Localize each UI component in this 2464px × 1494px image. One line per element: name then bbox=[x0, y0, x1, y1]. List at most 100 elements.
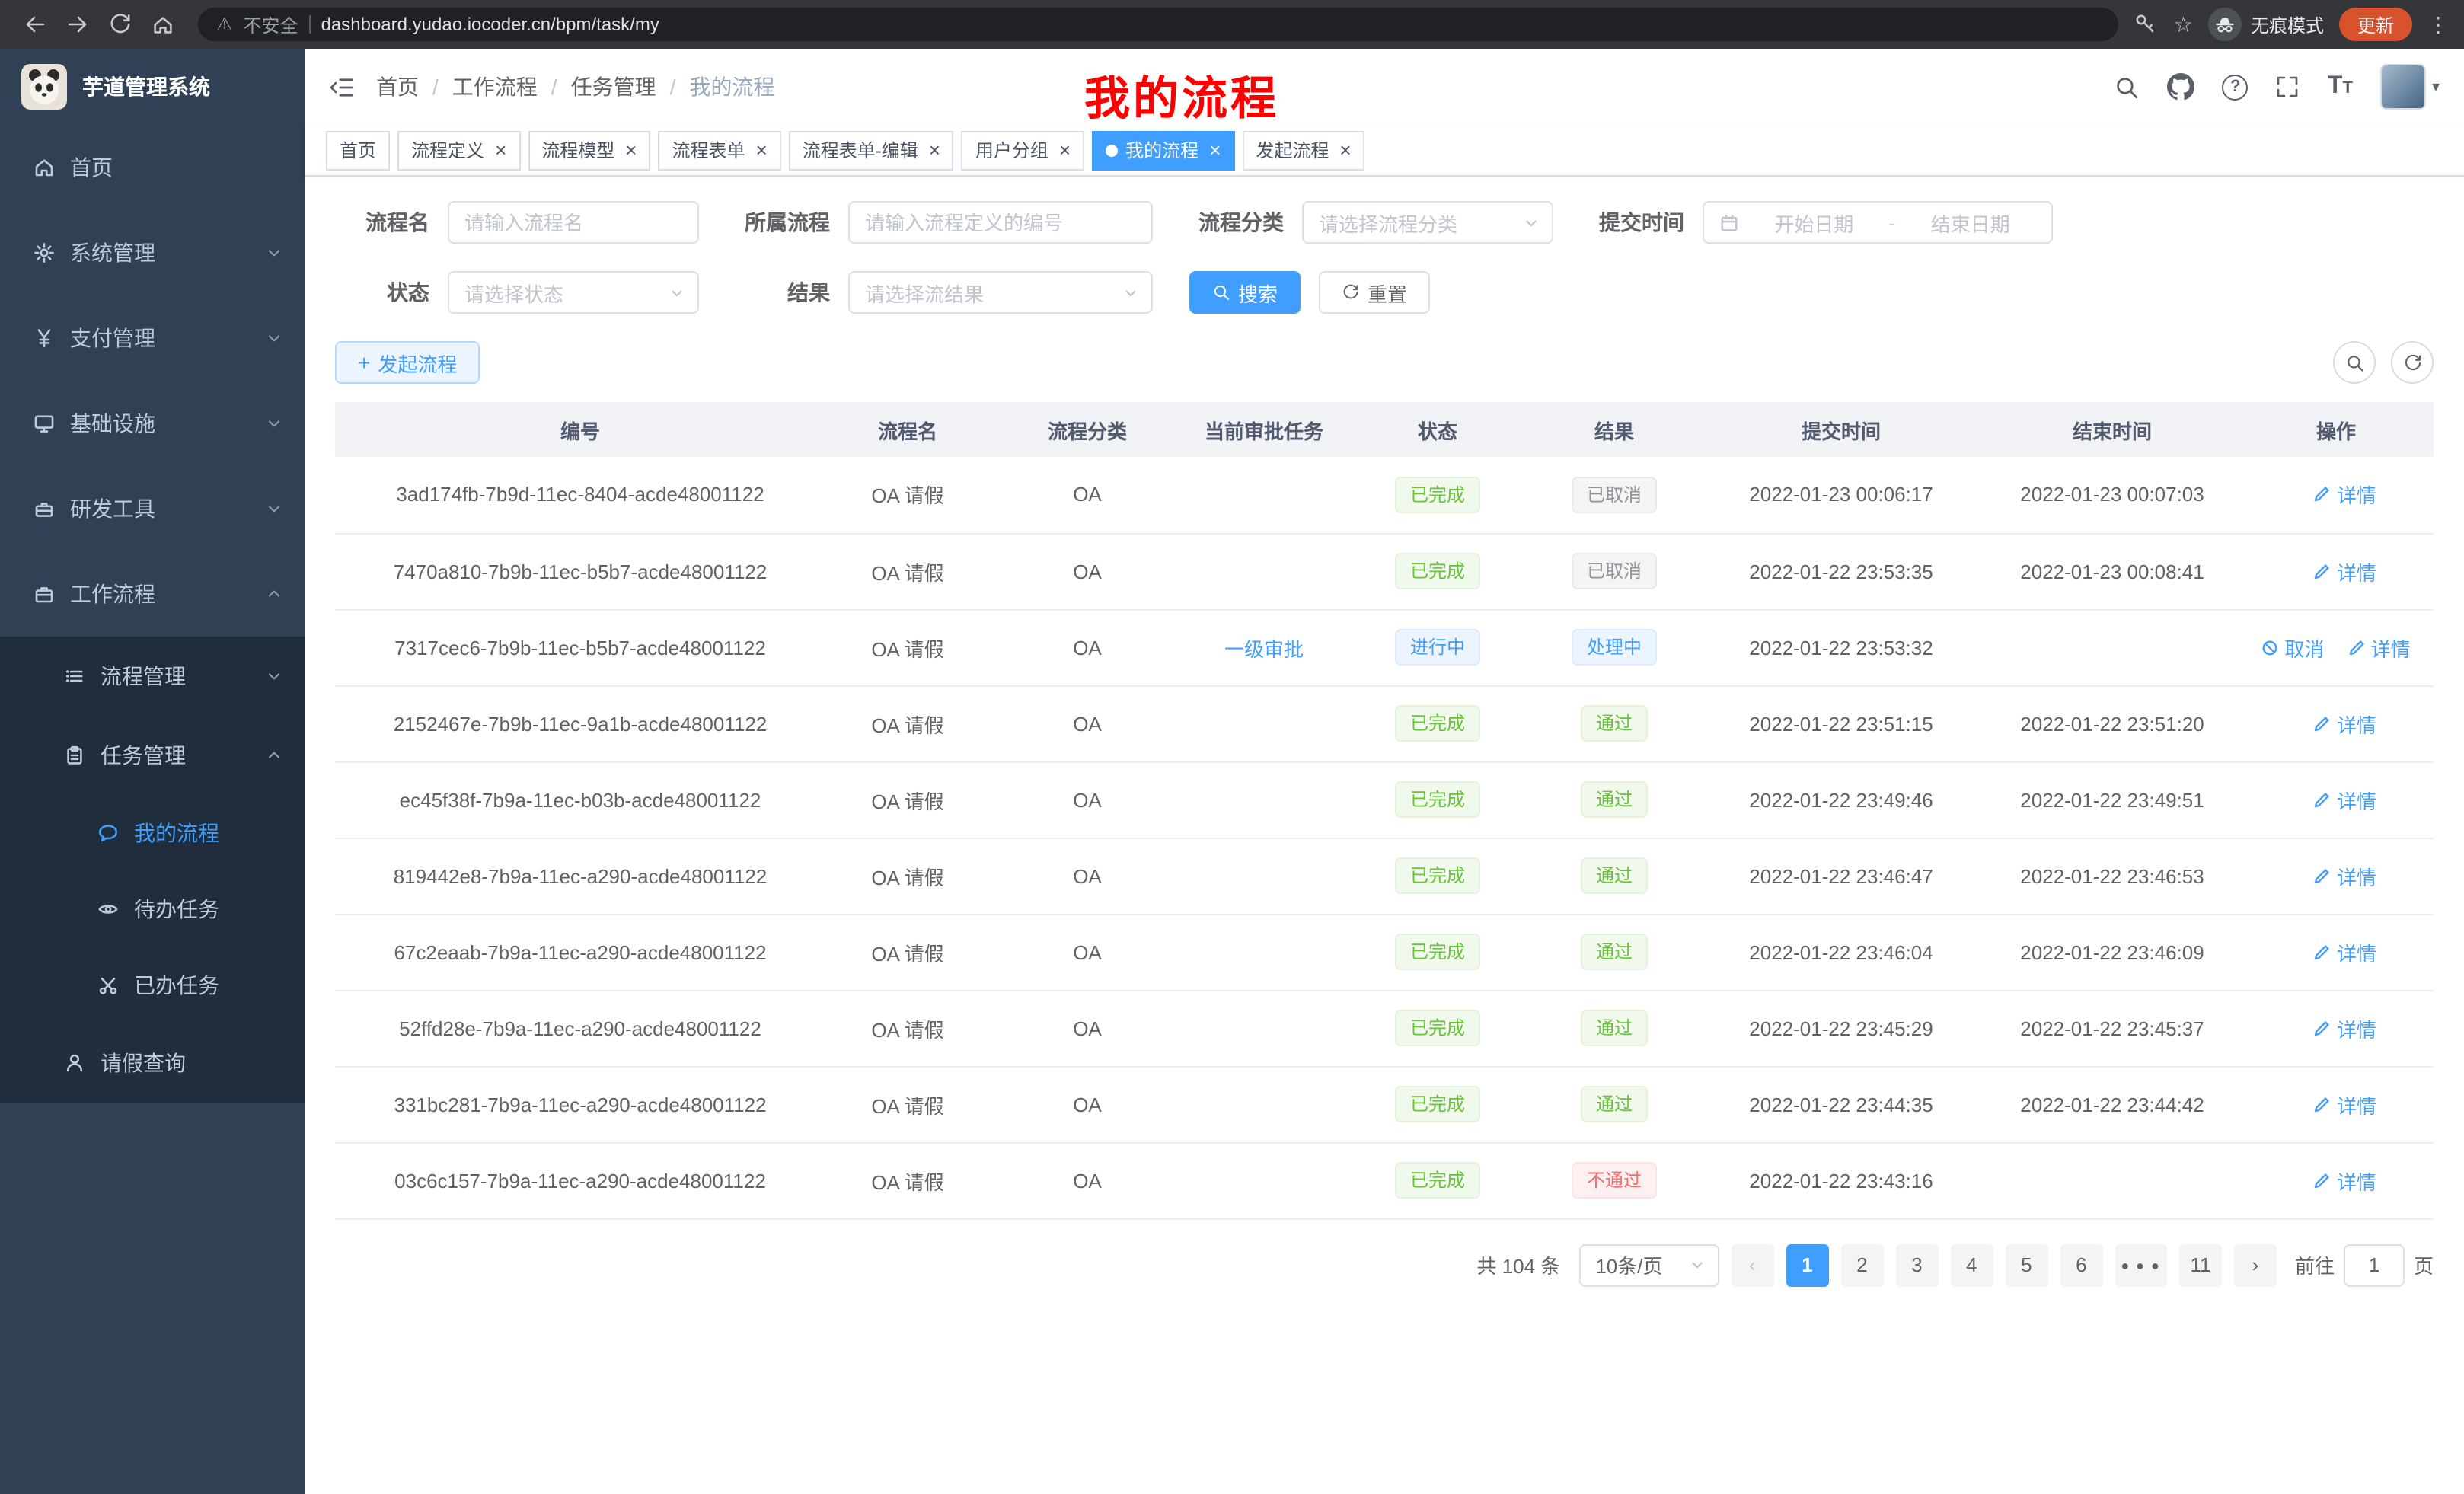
close-icon[interactable]: × bbox=[1209, 140, 1221, 160]
sidebar-item-home[interactable]: 首页 bbox=[0, 125, 305, 210]
result-select[interactable]: 请选择流结果 bbox=[848, 271, 1153, 314]
sidebar-item-done-tasks[interactable]: 已办任务 bbox=[0, 947, 305, 1023]
cell-process-name: OA 请假 bbox=[825, 990, 990, 1066]
close-icon[interactable]: × bbox=[625, 140, 637, 160]
result-badge: 通过 bbox=[1581, 1086, 1648, 1122]
goto-page-input[interactable] bbox=[2344, 1243, 2405, 1286]
sidebar-item-workflow[interactable]: 工作流程 bbox=[0, 551, 305, 637]
process-definition-input[interactable] bbox=[848, 201, 1153, 244]
key-icon[interactable] bbox=[2134, 12, 2159, 37]
reload-button[interactable] bbox=[101, 5, 140, 44]
user-menu[interactable]: ▾ bbox=[2380, 64, 2440, 110]
cell-category: OA bbox=[990, 1066, 1185, 1142]
detail-link[interactable]: 详情 bbox=[2314, 937, 2376, 966]
page-size-select[interactable]: 10条/页 bbox=[1578, 1243, 1719, 1286]
browser-update-button[interactable]: 更新 bbox=[2339, 8, 2412, 41]
detail-link[interactable]: 详情 bbox=[2314, 557, 2376, 586]
sidebar-item-system[interactable]: 系统管理 bbox=[0, 210, 305, 295]
font-size-icon[interactable]: TT bbox=[2328, 75, 2353, 99]
app-logo[interactable]: 芋道管理系统 bbox=[0, 49, 305, 125]
github-icon[interactable] bbox=[2168, 73, 2195, 101]
detail-link[interactable]: 详情 bbox=[2314, 861, 2376, 890]
end-date-placeholder[interactable]: 结束日期 bbox=[1904, 208, 2036, 237]
browser-menu-icon[interactable]: ⋮ bbox=[2427, 14, 2449, 35]
page-button-1[interactable]: 1 bbox=[1786, 1243, 1828, 1286]
sidebar-item-payment[interactable]: 支付管理 bbox=[0, 295, 305, 381]
back-button[interactable] bbox=[15, 5, 55, 44]
cell-process-name: OA 请假 bbox=[825, 914, 990, 990]
breadcrumb-workflow[interactable]: 工作流程 bbox=[452, 72, 538, 102]
close-icon[interactable]: × bbox=[1339, 140, 1351, 160]
detail-link[interactable]: 详情 bbox=[2314, 785, 2376, 814]
home-button[interactable] bbox=[143, 5, 183, 44]
tab-process-form[interactable]: 流程表单× bbox=[658, 130, 780, 170]
cell-end-time bbox=[1986, 1142, 2239, 1218]
tab-start-process[interactable]: 发起流程× bbox=[1242, 130, 1364, 170]
edit-icon bbox=[2314, 563, 2331, 579]
toggle-search-button[interactable] bbox=[2333, 341, 2376, 384]
fullscreen-icon[interactable] bbox=[2276, 75, 2300, 99]
refresh-table-button[interactable] bbox=[2391, 341, 2434, 384]
detail-link[interactable]: 详情 bbox=[2314, 480, 2376, 509]
next-page-button[interactable]: › bbox=[2234, 1243, 2277, 1286]
cancel-link[interactable]: 取消 bbox=[2261, 633, 2324, 662]
close-icon[interactable]: × bbox=[929, 140, 940, 160]
sidebar-fold-icon[interactable] bbox=[329, 74, 355, 100]
table-row: 331bc281-7b9a-11ec-a290-acde48001122 OA … bbox=[335, 1066, 2434, 1142]
detail-link[interactable]: 详情 bbox=[2314, 1014, 2376, 1042]
sidebar-item-my-process[interactable]: 我的流程 bbox=[0, 795, 305, 871]
breadcrumb-home[interactable]: 首页 bbox=[376, 72, 419, 102]
page-button-2[interactable]: 2 bbox=[1840, 1243, 1883, 1286]
result-badge: 处理中 bbox=[1572, 629, 1657, 666]
status-select[interactable]: 请选择状态 bbox=[448, 271, 699, 314]
start-date-placeholder[interactable]: 开始日期 bbox=[1748, 208, 1880, 237]
cell-result: 通过 bbox=[1532, 685, 1696, 761]
cell-status: 已完成 bbox=[1343, 761, 1532, 838]
table-row: 7317cec6-7b9b-11ec-b5b7-acde48001122 OA … bbox=[335, 609, 2434, 685]
sidebar-item-leave-query[interactable]: 请假查询 bbox=[0, 1023, 305, 1103]
page-button-4[interactable]: 4 bbox=[1950, 1243, 1993, 1286]
start-process-button[interactable]: + 发起流程 bbox=[335, 341, 480, 384]
submit-time-range-picker[interactable]: 开始日期 - 结束日期 bbox=[1703, 201, 2053, 244]
chevron-down-icon bbox=[1122, 284, 1139, 301]
tab-home[interactable]: 首页 bbox=[326, 130, 390, 170]
sidebar-item-infrastructure[interactable]: 基础设施 bbox=[0, 381, 305, 466]
prev-page-button[interactable]: ‹ bbox=[1731, 1243, 1773, 1286]
sidebar-item-process-management[interactable]: 流程管理 bbox=[0, 637, 305, 716]
sidebar-item-task-management[interactable]: 任务管理 bbox=[0, 716, 305, 795]
detail-link[interactable]: 详情 bbox=[2314, 1166, 2376, 1195]
tab-user-group[interactable]: 用户分组× bbox=[962, 130, 1084, 170]
current-task-link[interactable]: 一级审批 bbox=[1224, 633, 1304, 662]
search-button[interactable]: 搜索 bbox=[1189, 271, 1301, 314]
close-icon[interactable]: × bbox=[1059, 140, 1071, 160]
cell-actions: 取消 详情 bbox=[2239, 609, 2434, 685]
page-button-5[interactable]: 5 bbox=[2005, 1243, 2047, 1286]
page-button-last[interactable]: 11 bbox=[2179, 1243, 2222, 1286]
close-icon[interactable]: × bbox=[756, 140, 768, 160]
tab-process-model[interactable]: 流程模型× bbox=[528, 130, 650, 170]
detail-link[interactable]: 详情 bbox=[2314, 709, 2376, 738]
breadcrumb-task-management[interactable]: 任务管理 bbox=[571, 72, 656, 102]
forward-button[interactable] bbox=[58, 5, 97, 44]
reset-button[interactable]: 重置 bbox=[1319, 271, 1430, 314]
avatar[interactable] bbox=[2380, 64, 2426, 110]
header-search-icon[interactable] bbox=[2115, 74, 2140, 100]
help-icon[interactable]: ? bbox=[2223, 74, 2249, 100]
refresh-icon bbox=[2402, 353, 2422, 372]
more-pages-icon[interactable]: ● ● ● bbox=[2115, 1243, 2167, 1286]
page-button-3[interactable]: 3 bbox=[1895, 1243, 1938, 1286]
sidebar-item-todo-tasks[interactable]: 待办任务 bbox=[0, 871, 305, 947]
process-category-select[interactable]: 请选择流程分类 bbox=[1302, 201, 1553, 244]
tab-process-definition[interactable]: 流程定义× bbox=[397, 130, 520, 170]
close-icon[interactable]: × bbox=[495, 140, 506, 160]
page-button-6[interactable]: 6 bbox=[2060, 1243, 2102, 1286]
tab-my-process[interactable]: 我的流程× bbox=[1092, 130, 1234, 170]
bookmark-star-icon[interactable]: ☆ bbox=[2174, 14, 2193, 35]
sidebar-item-dev-tools[interactable]: 研发工具 bbox=[0, 466, 305, 551]
cell-submit-time: 2022-01-22 23:43:16 bbox=[1696, 1142, 1986, 1218]
process-name-input[interactable] bbox=[448, 201, 699, 244]
detail-link[interactable]: 详情 bbox=[2314, 1090, 2376, 1119]
detail-link[interactable]: 详情 bbox=[2348, 633, 2411, 662]
tab-process-form-edit[interactable]: 流程表单-编辑× bbox=[789, 130, 954, 170]
address-bar[interactable]: ⚠ 不安全 dashboard.yudao.iocoder.cn/bpm/tas… bbox=[198, 8, 2119, 41]
